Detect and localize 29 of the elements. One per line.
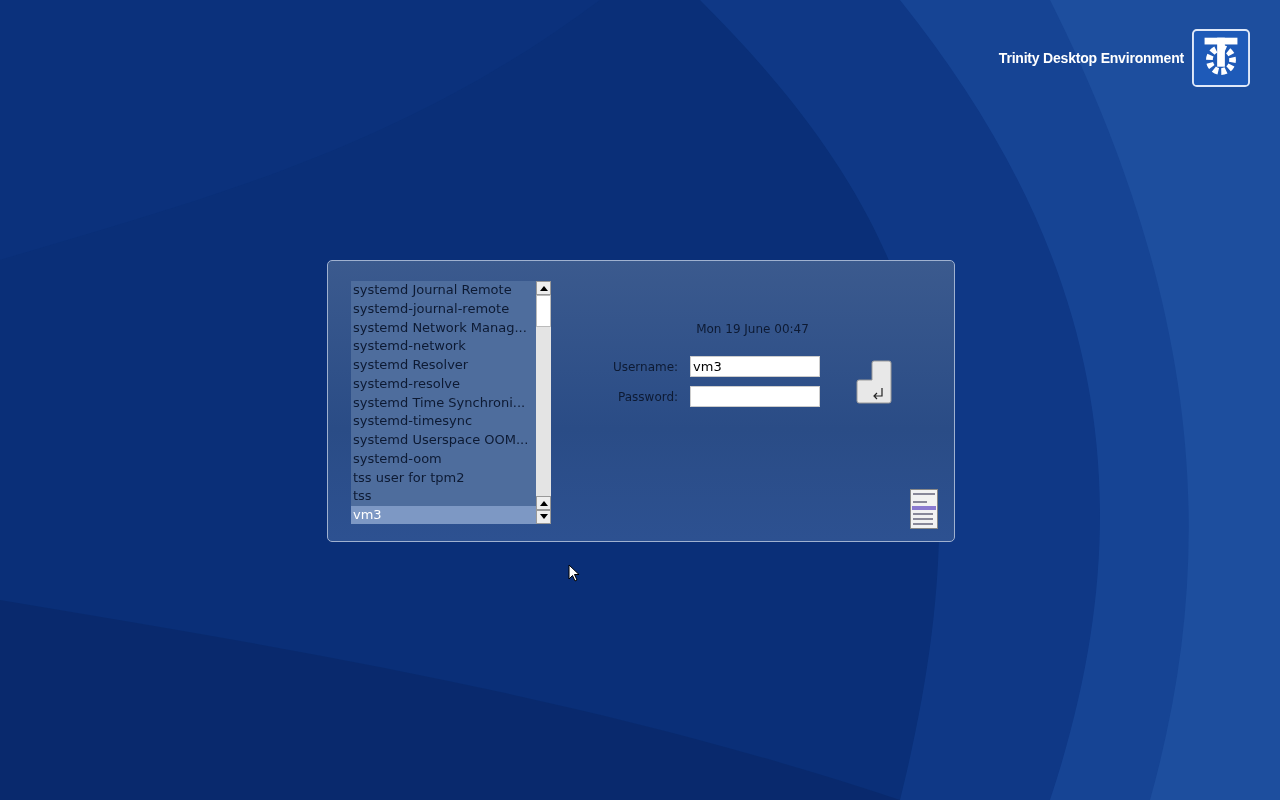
brand-title: Trinity Desktop Environment xyxy=(998,50,1184,66)
user-list-item[interactable]: tss xyxy=(351,487,536,506)
scrollbar-thumb[interactable] xyxy=(536,295,551,327)
scroll-down-icon[interactable] xyxy=(536,510,551,524)
mouse-cursor-icon xyxy=(568,564,580,582)
user-list-item[interactable]: systemd-oom xyxy=(351,449,536,468)
login-button[interactable] xyxy=(856,359,893,404)
clock-text: Mon 19 June 00:47 xyxy=(696,322,809,336)
username-field[interactable]: vm3 xyxy=(690,356,821,377)
enter-key-icon xyxy=(856,359,893,404)
user-list-item[interactable]: tss user for tpm2 xyxy=(351,468,536,487)
user-list-item[interactable]: systemd-journal-remote xyxy=(351,299,536,318)
user-list-item[interactable]: systemd-network xyxy=(351,337,536,356)
user-list-item[interactable]: systemd-resolve xyxy=(351,374,536,393)
user-list-item[interactable]: systemd Journal Remote xyxy=(351,281,536,299)
user-list-item[interactable]: systemd Time Synchroni... xyxy=(351,393,536,412)
password-field[interactable] xyxy=(690,386,821,407)
scroll-up-icon[interactable] xyxy=(536,281,551,295)
scrollbar[interactable] xyxy=(536,281,551,524)
gear-logo-icon xyxy=(1192,29,1250,87)
scroll-up-icon[interactable] xyxy=(536,496,551,510)
user-list-item[interactable]: systemd Resolver xyxy=(351,356,536,374)
password-label: Password: xyxy=(617,389,679,404)
session-menu-icon[interactable] xyxy=(910,489,938,529)
user-list-item[interactable]: vm3 xyxy=(351,506,536,524)
username-label: Username: xyxy=(612,359,679,374)
user-list-item[interactable]: systemd Userspace OOM... xyxy=(351,431,536,449)
user-list-item[interactable]: systemd-timesync xyxy=(351,412,536,431)
user-list-item[interactable]: systemd Network Manag... xyxy=(351,318,536,337)
